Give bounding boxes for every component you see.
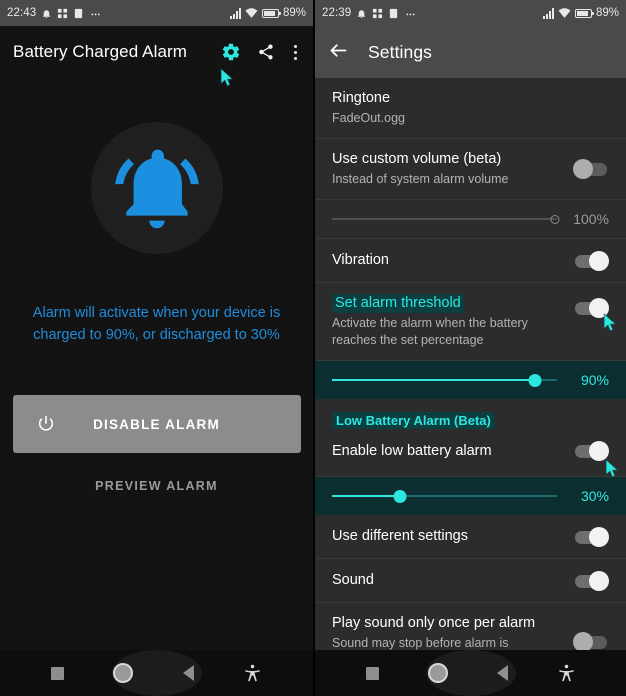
battery-icon bbox=[261, 8, 281, 18]
setting-subtitle: Instead of system alarm volume bbox=[332, 172, 509, 186]
apps-icon bbox=[57, 8, 68, 19]
slider-row-threshold[interactable]: 90% bbox=[315, 361, 626, 399]
setting-title: Use custom volume (beta) bbox=[332, 151, 502, 167]
wifi-icon bbox=[558, 7, 571, 19]
app-notification-icon bbox=[73, 8, 84, 19]
slider-row-low-battery[interactable]: 30% bbox=[315, 477, 626, 515]
setting-title: Use different settings bbox=[332, 528, 468, 544]
setting-title: Ringtone bbox=[332, 90, 391, 106]
disable-alarm-button[interactable]: DISABLE ALARM bbox=[12, 395, 301, 453]
wifi-icon bbox=[245, 7, 258, 19]
preview-alarm-button[interactable]: PREVIEW ALARM bbox=[95, 479, 218, 493]
setting-row-set-alarm-threshold[interactable]: Set alarm threshold Activate the alarm w… bbox=[315, 283, 626, 361]
recents-square-icon[interactable] bbox=[50, 666, 64, 680]
recents-square-icon[interactable] bbox=[365, 666, 379, 680]
setting-row-play-sound-once[interactable]: Play sound only once per alarm Sound may… bbox=[315, 603, 626, 650]
back-triangle-icon[interactable] bbox=[496, 665, 508, 681]
setting-title: Sound bbox=[332, 572, 374, 588]
alarm-status-text: Alarm will activate when your device is … bbox=[32, 305, 281, 343]
toggle-vibration[interactable] bbox=[573, 250, 609, 271]
status-time: 22:43 bbox=[7, 7, 37, 19]
signal-icon bbox=[542, 7, 554, 19]
left-phone-screen: 22:43 89% Battery Charged Alarm Alarm wi… bbox=[0, 0, 313, 696]
toggle-use-custom-volume[interactable] bbox=[573, 159, 609, 179]
setting-subtitle: FadeOut.ogg bbox=[332, 111, 405, 125]
section-header-low-battery-alarm: Low Battery Alarm (Beta) bbox=[315, 399, 626, 433]
left-app-bar: Battery Charged Alarm bbox=[0, 26, 313, 87]
setting-title: Play sound only once per alarm bbox=[332, 615, 536, 631]
toggle-enable-low-battery-alarm[interactable] bbox=[573, 441, 609, 461]
alarm-bell-icon bbox=[356, 8, 367, 19]
toggle-use-different-settings[interactable] bbox=[573, 526, 609, 547]
more-notifications-icon bbox=[89, 8, 102, 19]
disable-alarm-label: DISABLE ALARM bbox=[93, 416, 220, 432]
setting-row-use-different-settings[interactable]: Use different settings bbox=[315, 515, 626, 559]
slider-value-threshold: 90% bbox=[580, 372, 609, 388]
settings-page-title: Settings bbox=[368, 41, 433, 62]
slider-value-low-battery: 30% bbox=[580, 488, 609, 504]
ringing-bell-icon bbox=[90, 122, 223, 254]
slider-row-volume[interactable]: 100% bbox=[315, 200, 626, 239]
app-notification-icon bbox=[388, 8, 399, 19]
accessibility-icon[interactable] bbox=[557, 664, 576, 683]
setting-row-sound[interactable]: Sound bbox=[315, 559, 626, 603]
left-main-content: Alarm will activate when your device is … bbox=[0, 78, 313, 650]
toggle-set-alarm-threshold[interactable] bbox=[573, 298, 609, 318]
battery-icon bbox=[574, 8, 594, 18]
settings-app-bar: Settings bbox=[315, 26, 626, 78]
page-title: Battery Charged Alarm bbox=[13, 42, 188, 61]
setting-title-highlighted: Set alarm threshold bbox=[332, 294, 464, 313]
setting-row-vibration[interactable]: Vibration bbox=[315, 239, 626, 283]
apps-icon bbox=[372, 8, 383, 19]
right-status-bar: 22:39 89% bbox=[315, 0, 626, 26]
settings-list: Ringtone FadeOut.ogg Use custom volume (… bbox=[315, 78, 626, 650]
setting-row-ringtone[interactable]: Ringtone FadeOut.ogg bbox=[315, 78, 626, 139]
toggle-sound[interactable] bbox=[573, 570, 609, 591]
power-icon bbox=[36, 414, 56, 434]
setting-title: Vibration bbox=[332, 252, 389, 268]
home-circle-icon[interactable] bbox=[427, 663, 448, 683]
left-status-bar: 22:43 89% bbox=[0, 0, 313, 26]
right-nav-bar bbox=[315, 650, 626, 696]
more-notifications-icon bbox=[404, 8, 417, 19]
overflow-menu-icon[interactable] bbox=[291, 43, 300, 62]
left-nav-bar bbox=[0, 650, 313, 696]
battery-percent: 89% bbox=[595, 7, 619, 19]
back-triangle-icon[interactable] bbox=[182, 665, 194, 681]
slider-value-volume: 100% bbox=[573, 211, 609, 227]
status-time: 22:39 bbox=[322, 7, 352, 19]
battery-percent: 89% bbox=[282, 7, 306, 19]
toggle-play-sound-once[interactable] bbox=[573, 631, 609, 650]
dual-screenshot: 22:43 89% Battery Charged Alarm Alarm wi… bbox=[0, 0, 626, 696]
setting-subtitle: Sound may stop before alarm is dismissed… bbox=[332, 636, 509, 650]
setting-subtitle: Activate the alarm when the battery reac… bbox=[332, 316, 528, 347]
mouse-cursor bbox=[605, 459, 620, 479]
section-header-label: Low Battery Alarm (Beta) bbox=[332, 412, 495, 429]
accessibility-icon[interactable] bbox=[243, 664, 262, 683]
setting-row-enable-low-battery-alarm[interactable]: Enable low battery alarm bbox=[315, 433, 626, 479]
signal-icon bbox=[229, 7, 241, 19]
setting-row-use-custom-volume[interactable]: Use custom volume (beta) Instead of syst… bbox=[315, 139, 626, 200]
back-arrow-icon[interactable] bbox=[328, 40, 349, 65]
home-circle-icon[interactable] bbox=[113, 663, 134, 683]
share-icon[interactable] bbox=[257, 43, 275, 61]
setting-title: Enable low battery alarm bbox=[332, 442, 492, 459]
right-phone-screen: 22:39 89% Settings Ringtone FadeOut.ogg … bbox=[313, 0, 626, 696]
gear-icon[interactable] bbox=[221, 42, 241, 62]
alarm-bell-icon bbox=[41, 8, 52, 19]
